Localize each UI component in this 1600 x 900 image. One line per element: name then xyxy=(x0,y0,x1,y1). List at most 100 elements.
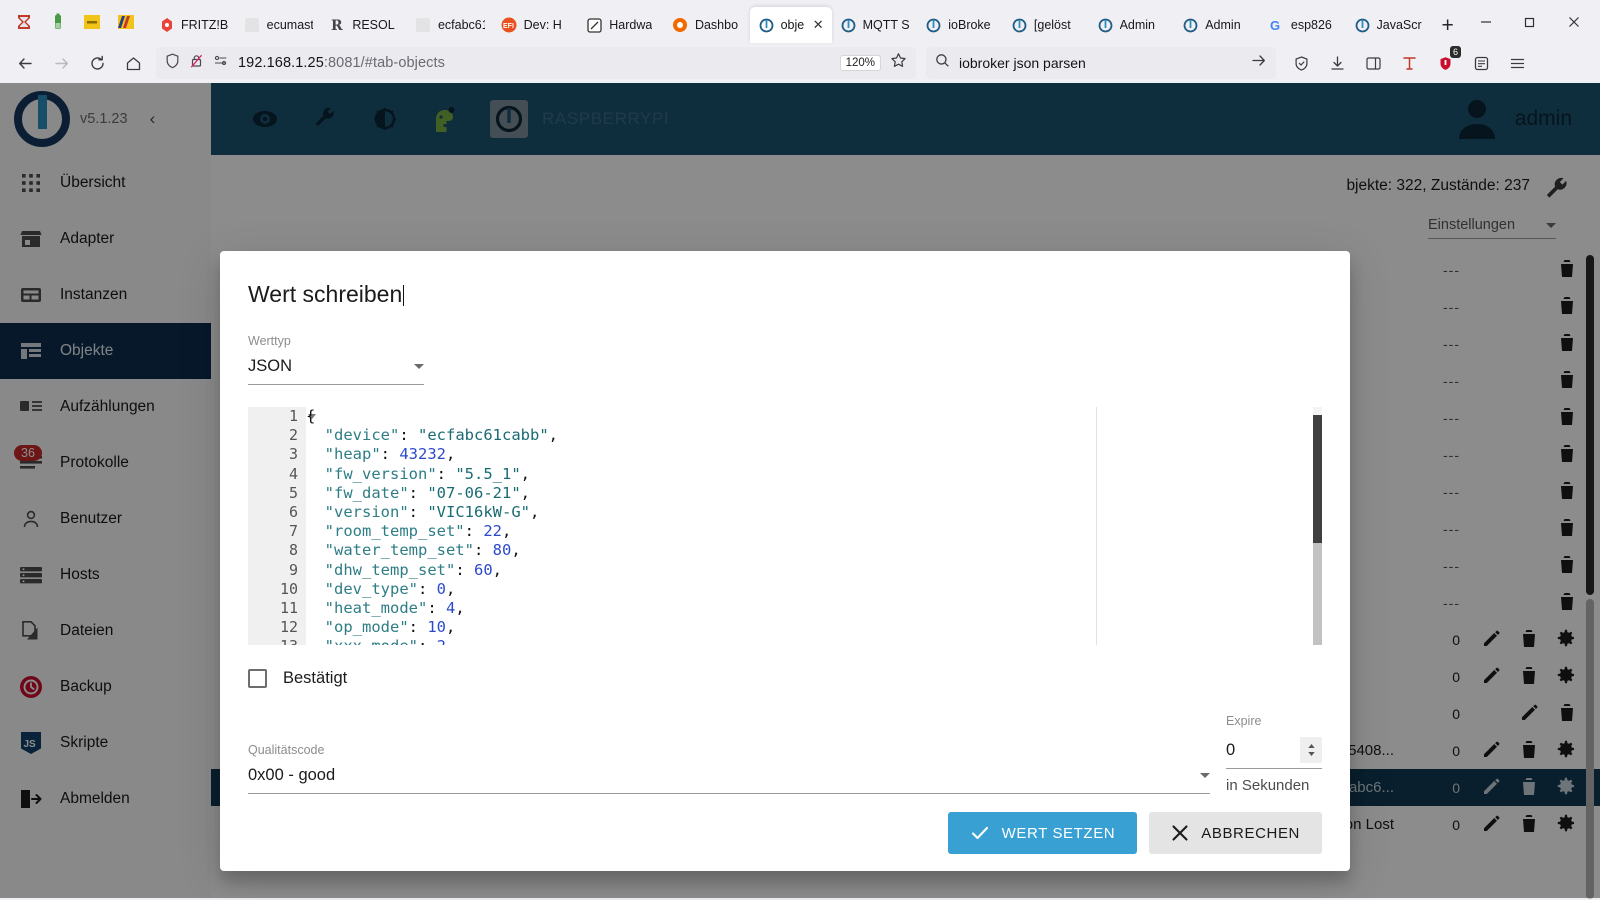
dialog-actions: WERT SETZEN ABBRECHEN xyxy=(220,794,1350,876)
editor-code[interactable]: { "device": "ecfabc61cabb", "heap": 4323… xyxy=(306,407,1322,645)
editor-line-number: 5 xyxy=(288,483,298,502)
tab-title: Admin xyxy=(1205,18,1241,32)
url-bar[interactable]: 192.168.1.25:8081/#tab-objects 120% xyxy=(156,47,916,79)
url-text: 192.168.1.25:8081/#tab-objects xyxy=(238,55,445,71)
new-tab-button[interactable]: + xyxy=(1431,9,1464,43)
browser-tab[interactable]: EFI Dev: H xyxy=(493,7,579,43)
editor-line-number: 8 xyxy=(288,541,298,560)
editor-scrollbar-thumb-secondary[interactable] xyxy=(1313,543,1322,645)
expire-input-line[interactable]: 0 xyxy=(1226,737,1322,769)
window-controls xyxy=(1464,0,1596,43)
browser-tab[interactable]: G esp826 xyxy=(1260,7,1346,43)
editor-scrollbar-thumb[interactable] xyxy=(1313,415,1322,543)
value-type-value: JSON xyxy=(248,357,293,375)
editor-line-number: 6 xyxy=(288,502,298,521)
tab-title: Hardwa xyxy=(609,18,653,32)
browser-toolbar-icons: 6 xyxy=(1284,46,1534,79)
quality-code-label: Qualitätscode xyxy=(248,743,325,757)
confirm-checkbox-label: Bestätigt xyxy=(283,669,348,687)
browser-tab[interactable]: Hardwa xyxy=(578,7,664,43)
generic-icon xyxy=(415,17,432,34)
set-value-button[interactable]: WERT SETZEN xyxy=(947,812,1138,854)
tab-title: [gelöst xyxy=(1033,18,1071,32)
browser-tab[interactable]: MQTT S xyxy=(832,7,918,43)
browser-tab[interactable]: Admin xyxy=(1174,7,1260,43)
adblock-icon[interactable]: 6 xyxy=(1428,46,1462,79)
expire-stepper[interactable] xyxy=(1300,737,1322,763)
browser-tab[interactable]: R RESOL xyxy=(321,7,407,43)
shield-icon[interactable] xyxy=(1284,47,1318,79)
editor-line-number: 7 xyxy=(288,522,298,541)
expire-input[interactable]: 0 xyxy=(1226,741,1235,760)
browser-tab[interactable]: Admin xyxy=(1089,7,1175,43)
editor-line: "version": "VIC16kW-G", xyxy=(306,502,540,521)
json-code-editor[interactable]: 12345678910111213 { "device": "ecfabc61c… xyxy=(248,407,1322,645)
browser-tab[interactable]: JavaScr xyxy=(1346,7,1432,43)
bookmark-star-icon[interactable] xyxy=(890,52,907,74)
text-caret xyxy=(403,285,405,306)
reload-button[interactable] xyxy=(80,47,114,79)
editor-line: "room_temp_set": 22, xyxy=(306,522,512,541)
lock-disabled-icon[interactable] xyxy=(189,53,204,74)
shield-icon[interactable] xyxy=(165,53,180,74)
bottom-fields: Qualitätscode 0x00 - good Expire 0 in Se xyxy=(248,714,1322,794)
maximize-button[interactable] xyxy=(1508,2,1552,42)
dialog-title: Wert schreiben xyxy=(248,281,405,307)
confirm-checkbox-row[interactable]: Bestätigt xyxy=(248,669,1322,688)
editor-line: "op_mode": 10, xyxy=(306,618,456,637)
quality-code-field[interactable]: Qualitätscode 0x00 - good xyxy=(248,743,1210,794)
browser-tab[interactable]: Dashbo xyxy=(664,7,750,43)
browser-tab[interactable]: ecfabc61ca xyxy=(407,7,493,43)
quality-code-value: 0x00 - good xyxy=(248,766,336,784)
svg-text:G: G xyxy=(1270,18,1280,33)
browser-tab[interactable]: [gelöst xyxy=(1003,7,1089,43)
iobroker-icon xyxy=(1097,17,1114,34)
back-button[interactable] xyxy=(8,47,42,79)
editor-line-number: 3 xyxy=(288,445,298,464)
reader-icon[interactable] xyxy=(1464,47,1498,79)
sidebar-icon[interactable] xyxy=(1356,47,1390,79)
close-icon[interactable]: ✕ xyxy=(813,17,824,33)
svg-text:EFI: EFI xyxy=(503,23,514,30)
tab-title: obje xyxy=(780,18,805,32)
editor-line: "water_temp_set": 80, xyxy=(306,541,521,560)
value-type-select[interactable]: JSON xyxy=(248,357,424,385)
google-icon: G xyxy=(1268,17,1285,34)
download-icon[interactable] xyxy=(1320,47,1354,79)
permissions-icon[interactable] xyxy=(213,53,229,74)
browser-tab[interactable]: ioBroke xyxy=(917,7,1003,43)
browser-tab[interactable]: FRITZ!B xyxy=(150,7,236,43)
cancel-button[interactable]: ABBRECHEN xyxy=(1149,812,1322,854)
editor-line: "dhw_temp_set": 60, xyxy=(306,560,502,579)
iobroker-icon xyxy=(840,17,857,34)
expire-field[interactable]: Expire 0 in Sekunden xyxy=(1226,714,1322,794)
zoom-level-badge[interactable]: 120% xyxy=(839,55,881,71)
browser-tab-active[interactable]: obje ✕ xyxy=(749,7,832,43)
editor-line-number: 9 xyxy=(288,560,298,579)
value-type-label: Werttyp xyxy=(248,334,291,348)
close-button[interactable] xyxy=(1552,2,1596,42)
text-tool-icon[interactable] xyxy=(1392,47,1426,79)
iobroker-icon xyxy=(925,17,942,34)
forward-button[interactable] xyxy=(44,47,78,79)
tab-title: Dev: H xyxy=(523,18,562,32)
search-go-icon[interactable] xyxy=(1250,52,1267,74)
battery-icon xyxy=(48,12,68,32)
tab-title: MQTT S xyxy=(862,18,910,32)
hamburger-menu-icon[interactable] xyxy=(1500,47,1534,79)
tab-title: RESOL xyxy=(352,18,395,32)
tab-title: FRITZ!B xyxy=(181,18,228,32)
editor-line-number: 4 xyxy=(288,464,298,483)
confirm-checkbox[interactable] xyxy=(248,669,267,688)
browser-tab[interactable]: ecumaster. xyxy=(236,7,322,43)
search-input[interactable]: iobroker json parsen xyxy=(959,55,1086,71)
editor-line: "dev_type": 0, xyxy=(306,579,456,598)
close-icon xyxy=(1172,825,1188,841)
editor-line-number: 13 xyxy=(248,637,306,645)
minimize-button[interactable] xyxy=(1464,2,1508,42)
home-button[interactable] xyxy=(116,47,150,79)
fritzbox-icon xyxy=(158,17,175,34)
quality-code-select[interactable]: 0x00 - good xyxy=(248,766,1210,794)
search-bar[interactable]: iobroker json parsen xyxy=(926,47,1276,79)
set-value-button-label: WERT SETZEN xyxy=(1001,824,1116,842)
